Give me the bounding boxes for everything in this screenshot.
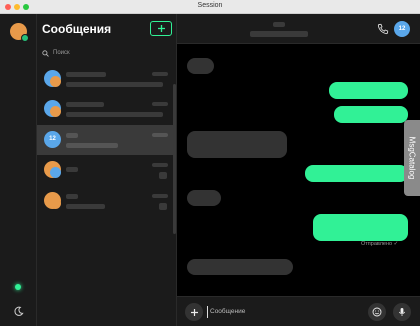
outgoing-message-bubble[interactable] bbox=[329, 82, 408, 99]
phone-icon[interactable] bbox=[377, 23, 389, 35]
conversation-item-selected[interactable]: 12 bbox=[37, 125, 174, 155]
timestamp-placeholder bbox=[152, 133, 168, 137]
timestamp-placeholder bbox=[152, 163, 168, 167]
outgoing-message-bubble[interactable] bbox=[313, 214, 408, 241]
message-status-text: Отправлено bbox=[361, 241, 393, 247]
settings-badge-icon bbox=[21, 34, 29, 42]
group-member-avatar bbox=[50, 167, 61, 178]
chat-name-placeholder bbox=[273, 22, 285, 27]
window-title: Session bbox=[197, 2, 223, 9]
new-conversation-button[interactable] bbox=[150, 21, 172, 36]
list-scrollbar[interactable] bbox=[173, 84, 176, 234]
outgoing-message-bubble[interactable] bbox=[305, 165, 408, 182]
msg-catalog-tab-label: MsgCatalog bbox=[407, 136, 417, 180]
plus-icon bbox=[157, 25, 165, 32]
message-input[interactable]: Сообщение bbox=[207, 306, 357, 318]
attach-button[interactable] bbox=[185, 303, 203, 321]
chat-avatar[interactable]: 12 bbox=[394, 21, 410, 37]
conversation-item[interactable] bbox=[37, 94, 174, 124]
contact-name-placeholder bbox=[66, 72, 106, 77]
online-status-indicator bbox=[15, 284, 21, 290]
group-member-avatar bbox=[50, 76, 61, 87]
conversation-item[interactable] bbox=[37, 64, 174, 94]
timestamp-placeholder bbox=[152, 194, 168, 198]
avatar bbox=[44, 70, 61, 87]
search-placeholder: Поиск bbox=[53, 50, 70, 56]
incoming-message-bubble[interactable] bbox=[187, 259, 293, 275]
microphone-icon bbox=[398, 308, 406, 316]
outgoing-message-bubble[interactable] bbox=[334, 106, 408, 123]
unread-badge-placeholder bbox=[159, 172, 167, 179]
incoming-message-bubble[interactable] bbox=[187, 131, 287, 158]
contact-name-placeholder bbox=[66, 194, 78, 199]
emoji-button[interactable] bbox=[368, 303, 386, 321]
avatar bbox=[44, 192, 61, 209]
message-composer: Сообщение bbox=[177, 296, 420, 326]
timestamp-placeholder bbox=[152, 72, 168, 76]
conversation-list-panel: Сообщения Поиск 12 bbox=[37, 14, 177, 326]
unread-badge-placeholder bbox=[159, 203, 167, 210]
message-preview-placeholder bbox=[66, 112, 163, 117]
avatar bbox=[44, 100, 61, 117]
avatar-initials: 12 bbox=[49, 136, 56, 142]
plus-icon bbox=[190, 308, 198, 316]
conversation-item[interactable] bbox=[37, 186, 174, 216]
incoming-message-bubble[interactable] bbox=[187, 58, 214, 74]
search-input[interactable]: Поиск bbox=[42, 47, 162, 59]
contact-name-placeholder bbox=[66, 102, 104, 107]
group-member-avatar bbox=[50, 198, 61, 209]
message-preview-placeholder bbox=[66, 82, 163, 87]
chat-subtitle-placeholder bbox=[250, 31, 308, 37]
message-preview-placeholder bbox=[66, 143, 118, 148]
message-preview-placeholder bbox=[66, 204, 105, 209]
search-icon bbox=[42, 49, 49, 57]
conversation-item[interactable] bbox=[37, 155, 174, 185]
incoming-message-bubble[interactable] bbox=[187, 190, 221, 206]
left-rail bbox=[0, 14, 37, 326]
moon-icon[interactable] bbox=[13, 306, 24, 317]
chat-panel: 12 Отправлено ✓ bbox=[177, 14, 420, 326]
timestamp-placeholder bbox=[152, 102, 168, 106]
checkmark-icon: ✓ bbox=[393, 241, 399, 247]
avatar: 12 bbox=[44, 131, 61, 148]
contact-name-placeholder bbox=[66, 133, 78, 138]
window-titlebar: Session bbox=[0, 0, 420, 14]
contact-name-placeholder bbox=[66, 167, 78, 172]
page-title: Сообщения bbox=[42, 22, 112, 36]
voice-message-button[interactable] bbox=[393, 303, 411, 321]
message-status: Отправлено ✓ bbox=[361, 241, 398, 247]
group-member-avatar bbox=[50, 106, 61, 117]
emoji-icon bbox=[372, 307, 382, 317]
avatar bbox=[44, 161, 61, 178]
chat-header: 12 bbox=[177, 14, 420, 44]
my-avatar[interactable] bbox=[10, 23, 29, 42]
msg-catalog-tab[interactable]: MsgCatalog bbox=[404, 120, 420, 196]
